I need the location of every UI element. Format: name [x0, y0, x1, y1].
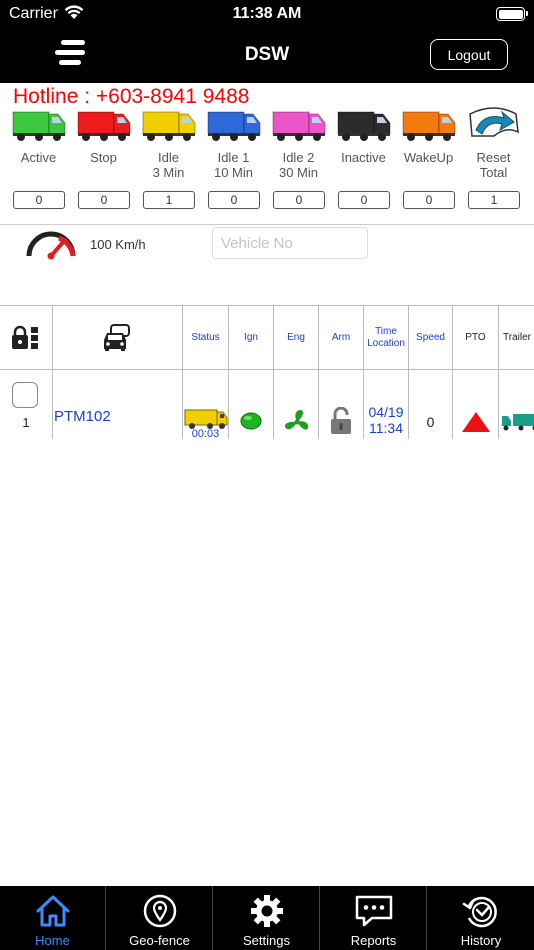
speedometer-icon	[26, 231, 76, 260]
tab-label: History	[460, 933, 502, 948]
header-speed: Speed	[409, 306, 453, 370]
legend-wakeup[interactable]: WakeUp	[396, 106, 461, 165]
legend-label: Idle 3 Min	[152, 150, 185, 180]
gear-icon	[250, 895, 283, 927]
header-eng-label: Eng	[287, 331, 305, 343]
count-idle: 1	[143, 191, 195, 209]
legend-label: Idle 1 10 Min	[213, 150, 254, 180]
history-icon	[462, 896, 497, 928]
header-ign-label: Ign	[244, 331, 258, 343]
tab-label: Settings	[243, 933, 290, 948]
truck-active-icon	[12, 111, 65, 141]
trailer-truck-icon	[502, 414, 534, 431]
header-trailer-label: Trailer	[503, 331, 531, 343]
row-number: 1	[22, 415, 30, 430]
header-status-label: Status	[191, 331, 220, 343]
lock-icon	[12, 325, 38, 349]
tab-label: Geo-fence	[129, 933, 190, 948]
vehicle-table: Status Ign Eng Arm Time Location Speed P…	[0, 305, 534, 439]
vehicle-search-input[interactable]	[212, 227, 368, 259]
tab-home[interactable]: Home	[0, 886, 106, 950]
tab-label: Home	[35, 933, 70, 948]
vehicle-plate-link[interactable]: PTM102	[54, 408, 111, 425]
row-checkbox[interactable]	[12, 382, 38, 408]
clock-label: 11:38 AM	[232, 5, 302, 22]
row-speed-cell: 0	[409, 370, 453, 439]
battery-icon	[496, 7, 528, 21]
chat-icon	[355, 895, 392, 927]
row-ign-cell	[229, 370, 274, 439]
header-trailer: Trailer	[499, 306, 534, 370]
tab-geo-fence[interactable]: Geo-fence	[107, 886, 213, 950]
header-speed-label: Speed	[416, 331, 445, 343]
row-pto-cell	[453, 370, 499, 439]
legend-label: Inactive	[341, 150, 386, 165]
legend-idle-1[interactable]: Idle 1 10 Min	[201, 106, 266, 180]
tab-label: Reports	[350, 933, 397, 948]
truck-stop-icon	[77, 111, 130, 141]
home-icon	[36, 895, 69, 927]
row-status-cell: 00:03	[183, 370, 229, 439]
header-time-location-label: Time Location	[367, 325, 405, 349]
header-arm: Arm	[319, 306, 364, 370]
row-eng-cell	[274, 370, 319, 439]
legend-label: Active	[20, 150, 57, 165]
reset-arrow-icon	[468, 107, 519, 137]
legend-label: Reset Total	[476, 150, 511, 180]
truck-idle-1-icon	[207, 111, 260, 141]
header-arm-label: Arm	[331, 331, 351, 343]
car-icon	[104, 324, 130, 351]
pto-warning-triangle-icon	[462, 412, 490, 432]
count-idle-1: 0	[208, 191, 260, 209]
count-wakeup: 0	[403, 191, 455, 209]
row-vehicle-cell[interactable]: PTM102	[53, 370, 183, 439]
row-time-cell[interactable]: 04/19 11:34	[364, 370, 409, 439]
status-duration: 00:03	[191, 428, 220, 439]
header-lock	[0, 306, 53, 370]
legend-active[interactable]: Active	[6, 106, 71, 165]
tab-reports[interactable]: Reports	[321, 886, 427, 950]
header-pto: PTO	[453, 306, 499, 370]
legend-reset[interactable]: Reset Total	[461, 106, 526, 180]
padlock-open-icon	[331, 407, 351, 434]
legend-label: Stop	[90, 150, 117, 165]
count-stop: 0	[78, 191, 130, 209]
truck-idle-icon	[142, 111, 195, 141]
top-bar: Carrier 11:38 AM DSW Logout	[0, 0, 534, 83]
divider	[0, 224, 534, 225]
count-total: 1	[468, 191, 520, 209]
truck-idle-2-icon	[272, 111, 325, 141]
legend-idle-2[interactable]: Idle 2 30 Min	[266, 106, 331, 180]
count-idle-2: 0	[273, 191, 325, 209]
header-ign: Ign	[229, 306, 274, 370]
header-eng: Eng	[274, 306, 319, 370]
geo-fence-icon	[143, 894, 176, 928]
row-arm-cell	[319, 370, 364, 439]
speed-limit-label: 100 Km/h	[90, 237, 146, 252]
header-status: Status	[183, 306, 229, 370]
legend-label: WakeUp	[403, 150, 454, 165]
time-location-link[interactable]: 04/19 11:34	[364, 404, 408, 436]
truck-idle-status-icon	[184, 409, 228, 429]
count-inactive: 0	[338, 191, 390, 209]
legend-stop[interactable]: Stop	[71, 106, 136, 165]
header-vehicle	[53, 306, 183, 370]
count-active: 0	[13, 191, 65, 209]
engine-fan-icon	[284, 410, 309, 430]
row-trailer-cell	[499, 370, 534, 439]
truck-inactive-icon	[337, 111, 390, 141]
header-time-location: Time Location	[364, 306, 409, 370]
legend-idle[interactable]: Idle 3 Min	[136, 106, 201, 180]
tab-settings[interactable]: Settings	[214, 886, 320, 950]
header-pto-label: PTO	[465, 331, 486, 343]
tab-bar: Home Geo-fence Settings Reports History	[0, 886, 534, 950]
ignition-on-icon	[240, 412, 262, 430]
legend-label: Idle 2 30 Min	[278, 150, 319, 180]
legend-inactive[interactable]: Inactive	[331, 106, 396, 165]
speed-value: 0	[426, 414, 435, 430]
tab-history[interactable]: History	[428, 886, 534, 950]
truck-wakeup-icon	[402, 111, 455, 141]
logout-button[interactable]: Logout	[430, 39, 508, 70]
row-select-cell: 1	[0, 370, 53, 439]
